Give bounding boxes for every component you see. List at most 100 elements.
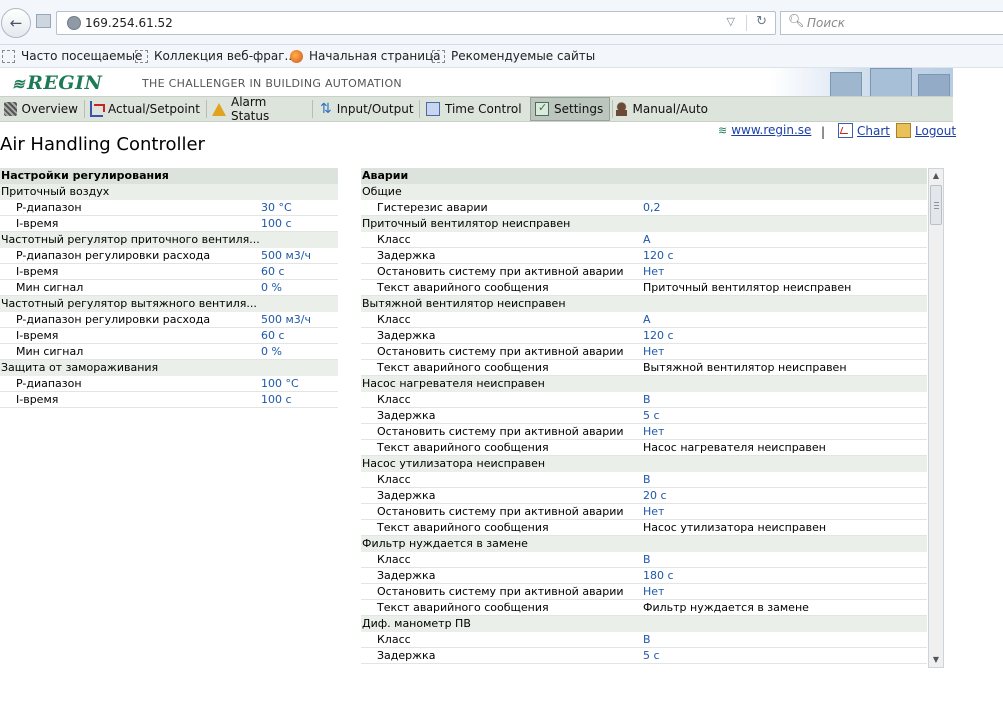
address-bar[interactable]: 169.254.61.52 ▽ ↻ [56, 11, 776, 35]
parameter-value[interactable]: 180 с [643, 568, 674, 584]
search-input[interactable]: 🔍︎ Поиск [780, 11, 1003, 35]
parameter-value[interactable]: 0 % [261, 280, 282, 296]
table-row: Класс A [361, 312, 927, 328]
section-row: Диф. манометр ПВ [361, 616, 927, 632]
parameter-value[interactable]: Вытяжной вентилятор неисправен [643, 360, 847, 376]
alarms-scrollbar[interactable]: ▲ ▼ [928, 168, 944, 668]
section-row: Частотный регулятор вытяжного вентиля... [0, 296, 338, 312]
url-dropdown-icon[interactable]: ▽ [727, 15, 735, 28]
link-separator: | [821, 125, 826, 139]
scroll-down-icon[interactable]: ▼ [929, 653, 943, 667]
tab-alarm-status[interactable]: Alarm Status [208, 95, 310, 123]
parameter-label: Остановить систему при активной аварии [377, 265, 624, 278]
tab-actual-setpoint[interactable]: Actual/Setpoint [86, 97, 204, 121]
parameter-label: Задержка [377, 249, 436, 262]
parameter-label: Задержка [377, 569, 436, 582]
table-row: Текст аварийного сообщения Насос нагреват… [361, 440, 927, 456]
parameter-value[interactable]: Приточный вентилятор неисправен [643, 280, 851, 296]
table-row: Задержка 5 с [361, 408, 927, 424]
parameter-label: I-время [16, 329, 59, 342]
parameter-value[interactable]: A [643, 312, 651, 328]
parameter-label: Задержка [377, 329, 436, 342]
parameter-value[interactable]: Насос утилизатора неисправен [643, 520, 826, 536]
tab-input-output[interactable]: ⇅ Input/Output [316, 97, 416, 121]
parameter-value[interactable]: B [643, 552, 651, 568]
parameter-label: I-время [16, 265, 59, 278]
reload-icon[interactable]: ↻ [756, 14, 767, 29]
parameter-value[interactable]: 0 % [261, 344, 282, 360]
bookmark-icon [135, 49, 148, 63]
parameter-value[interactable]: Фильтр нуждается в замене [643, 600, 809, 616]
parameter-label: Мин сигнал [16, 281, 84, 294]
section-row: Частотный регулятор приточного вентиля..… [0, 232, 338, 248]
parameter-value[interactable]: 20 с [643, 488, 667, 504]
section-row: Вытяжной вентилятор неисправен [361, 296, 927, 312]
parameter-value[interactable]: 5 с [643, 648, 660, 664]
chart-icon[interactable] [838, 123, 853, 138]
parameter-value[interactable]: Насос нагревателя неисправен [643, 440, 826, 456]
bookmark-item[interactable]: Коллекция веб-фраг... [135, 49, 296, 63]
parameter-value[interactable]: 120 с [643, 248, 674, 264]
parameter-value[interactable]: 5 с [643, 408, 660, 424]
regin-logo[interactable]: ≋ REGIN [12, 72, 102, 94]
parameter-value[interactable]: 500 м3/ч [261, 312, 311, 328]
logout-link[interactable]: Logout [915, 124, 956, 138]
parameter-value[interactable]: 100 °C [261, 376, 299, 392]
parameter-value[interactable]: Нет [643, 584, 664, 600]
scroll-up-icon[interactable]: ▲ [929, 169, 943, 183]
parameter-value[interactable]: Нет [643, 504, 664, 520]
site-link[interactable]: www.regin.se [731, 123, 811, 137]
section-label: Насос нагревателя неисправен [362, 377, 545, 390]
section-row: Общие [361, 184, 927, 200]
parameter-value[interactable]: 100 с [261, 216, 292, 232]
table-row: P-диапазон 100 °C [0, 376, 338, 392]
bookmark-icon [2, 49, 15, 63]
history-icon[interactable] [36, 14, 51, 28]
parameter-value[interactable]: 0,2 [643, 200, 661, 216]
bookmark-item[interactable]: Рекомендуемые сайты [432, 49, 595, 63]
chart-link[interactable]: Chart [857, 124, 890, 138]
tab-manual-auto[interactable]: Manual/Auto [612, 97, 712, 121]
io-arrows-icon: ⇅ [320, 101, 332, 117]
parameter-value[interactable]: Нет [643, 344, 664, 360]
table-row: I-время 100 с [0, 392, 338, 408]
parameter-value[interactable]: 100 с [261, 392, 292, 408]
parameter-value[interactable]: B [643, 632, 651, 648]
table-row: Задержка 20 с [361, 488, 927, 504]
section-label: Фильтр нуждается в замене [362, 537, 528, 550]
section-label: Частотный регулятор вытяжного вентиля... [1, 297, 257, 310]
url-text[interactable]: 169.254.61.52 [85, 16, 173, 30]
parameter-value[interactable]: 30 °C [261, 200, 292, 216]
search-icon: 🔍︎ [788, 14, 805, 29]
tab-settings[interactable]: Settings [530, 97, 610, 121]
parameter-label: Класс [377, 473, 411, 486]
tab-overview[interactable]: Overview [0, 97, 82, 121]
parameter-value[interactable]: 500 м3/ч [261, 248, 311, 264]
parameter-label: Остановить систему при активной аварии [377, 505, 624, 518]
key-icon[interactable] [896, 123, 911, 138]
tab-time-control[interactable]: Time Control [422, 97, 526, 121]
parameter-value[interactable]: Нет [643, 264, 664, 280]
section-label: Частотный регулятор приточного вентиля..… [1, 233, 260, 246]
section-row: Насос нагревателя неисправен [361, 376, 927, 392]
parameter-value[interactable]: 60 с [261, 328, 285, 344]
parameter-value[interactable]: 60 с [261, 264, 285, 280]
logo-waves-icon: ≋ [12, 75, 26, 93]
bookmark-item[interactable]: Начальная страница [290, 49, 441, 63]
warning-icon [212, 102, 226, 116]
parameter-value[interactable]: Нет [643, 424, 664, 440]
table-row: Класс B [361, 472, 927, 488]
parameter-label: I-время [16, 393, 59, 406]
table-row: Класс A [361, 232, 927, 248]
bookmark-item[interactable]: Часто посещаемые [2, 49, 142, 63]
settings-check-icon [535, 101, 549, 116]
parameter-value[interactable]: B [643, 392, 651, 408]
scroll-thumb[interactable] [930, 185, 942, 225]
parameter-value[interactable]: 120 с [643, 328, 674, 344]
parameter-value[interactable]: B [643, 472, 651, 488]
parameter-value[interactable]: A [643, 232, 651, 248]
table-row: Класс B [361, 392, 927, 408]
section-row: Приточный вентилятор неисправен [361, 216, 927, 232]
parameter-label: Класс [377, 393, 411, 406]
back-arrow-icon[interactable]: ← [1, 8, 31, 38]
